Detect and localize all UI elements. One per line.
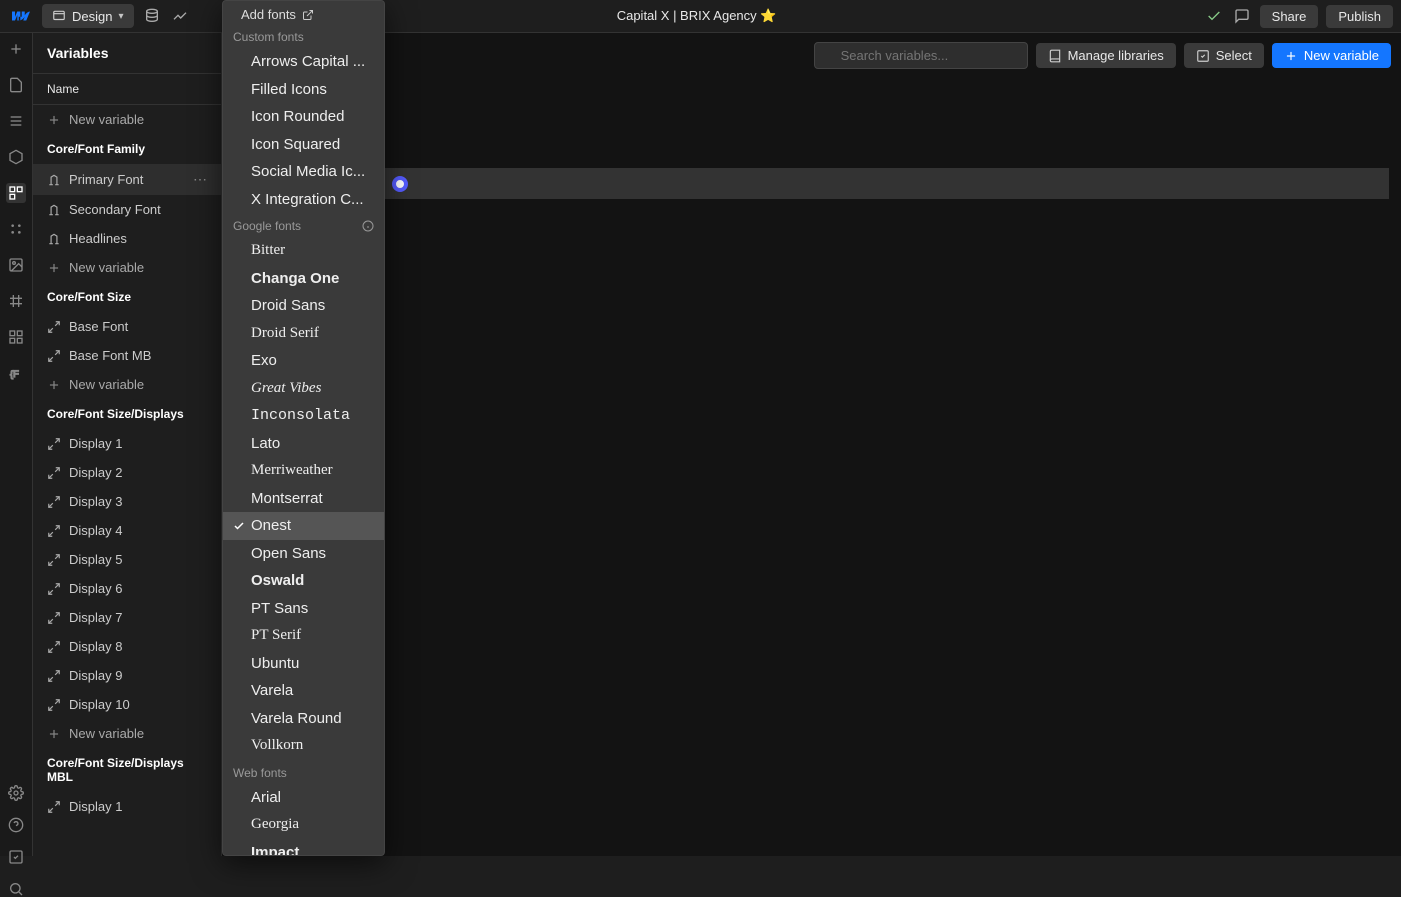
font-dropdown: Add fonts Custom fonts Arrows Capital ..… (222, 0, 385, 856)
analytics-icon[interactable] (170, 6, 190, 26)
font-option[interactable]: Lato (223, 430, 384, 458)
variable-row[interactable]: Base Font MB (33, 341, 221, 370)
font-option[interactable]: Bitter (223, 237, 384, 265)
font-option[interactable]: Ubuntu (223, 650, 384, 678)
canvas: Manage libraries Select New variable (222, 33, 1401, 856)
share-button[interactable]: Share (1260, 5, 1319, 28)
variable-row[interactable]: Display 10 (33, 690, 221, 719)
database-icon[interactable] (142, 6, 162, 26)
info-icon[interactable] (362, 220, 374, 232)
font-group-custom: Custom fonts (223, 24, 384, 48)
design-label: Design (72, 9, 112, 24)
code-icon[interactable]: {F (6, 363, 26, 383)
variable-row[interactable]: Secondary Font (33, 195, 221, 224)
font-option[interactable]: Onest (223, 512, 384, 540)
variable-row[interactable]: Base Font (33, 312, 221, 341)
svg-text:{F: {F (10, 369, 19, 379)
variable-group-header: Core/Font Family (33, 134, 221, 164)
components-icon[interactable] (6, 147, 26, 167)
font-option[interactable]: Great Vibes (223, 375, 384, 403)
variable-row[interactable]: Headlines (33, 224, 221, 253)
new-variable-row[interactable]: New variable (33, 370, 221, 399)
variable-row[interactable]: Display 1 (33, 429, 221, 458)
comment-icon[interactable] (1232, 6, 1252, 26)
apps-icon[interactable] (6, 327, 26, 347)
new-variable-row[interactable]: New variable (33, 253, 221, 282)
help-icon[interactable] (6, 817, 26, 833)
font-option[interactable]: Montserrat (223, 485, 384, 513)
variable-row[interactable]: Display 7 (33, 603, 221, 632)
styles-icon[interactable] (6, 219, 26, 239)
navigator-icon[interactable] (6, 111, 26, 131)
webflow-logo-icon[interactable] (8, 3, 34, 29)
variables-icon[interactable] (6, 183, 26, 203)
font-option[interactable]: Vollkorn (223, 732, 384, 760)
font-option[interactable]: Droid Sans (223, 292, 384, 320)
font-option[interactable]: PT Serif (223, 622, 384, 650)
variable-row[interactable]: Display 8 (33, 632, 221, 661)
name-column-header: Name (33, 74, 221, 105)
check-icon (233, 520, 245, 532)
pages-icon[interactable] (6, 75, 26, 95)
more-icon[interactable]: ⋯ (193, 171, 207, 188)
font-option[interactable]: Droid Serif (223, 320, 384, 348)
font-option[interactable]: Social Media Ic... (223, 158, 384, 186)
manage-libraries-button[interactable]: Manage libraries (1036, 43, 1176, 68)
variable-row[interactable]: Display 6 (33, 574, 221, 603)
font-option[interactable]: Varela (223, 677, 384, 705)
font-option[interactable]: Inconsolata (223, 402, 384, 430)
add-fonts-link[interactable]: Add fonts (223, 1, 384, 24)
font-option[interactable]: Open Sans (223, 540, 384, 568)
variables-panel: Variables Name New variableCore/Font Fam… (33, 33, 222, 856)
font-option[interactable]: Merriweather (223, 457, 384, 485)
design-mode-button[interactable]: Design ▾ (42, 4, 134, 28)
font-option[interactable]: PT Sans (223, 595, 384, 623)
font-option[interactable]: Arrows Capital ... (223, 48, 384, 76)
variable-group-header: Core/Font Size (33, 282, 221, 312)
cms-icon[interactable] (6, 291, 26, 311)
variable-row[interactable]: Display 4 (33, 516, 221, 545)
variable-value-row[interactable] (222, 168, 1389, 199)
panel-title: Variables (33, 33, 221, 74)
variable-row[interactable]: Display 3 (33, 487, 221, 516)
font-option[interactable]: Icon Rounded (223, 103, 384, 131)
font-option[interactable]: Icon Squared (223, 131, 384, 159)
assets-icon[interactable] (6, 255, 26, 275)
font-group-web: Web fonts (223, 760, 384, 784)
font-option[interactable]: Varela Round (223, 705, 384, 733)
search-rail-icon[interactable] (6, 881, 26, 897)
select-button[interactable]: Select (1184, 43, 1264, 68)
variable-row[interactable]: Display 9 (33, 661, 221, 690)
new-variable-button[interactable]: New variable (1272, 43, 1391, 68)
check-icon[interactable] (1204, 6, 1224, 26)
variable-group-header: Core/Font Size/Displays MBL (33, 748, 221, 792)
font-option[interactable]: Oswald (223, 567, 384, 595)
variable-row[interactable]: Display 1 (33, 792, 221, 821)
font-option[interactable]: Arial (223, 784, 384, 812)
variable-row[interactable]: Display 5 (33, 545, 221, 574)
font-group-google: Google fonts (223, 213, 384, 237)
font-option[interactable]: Filled Icons (223, 76, 384, 104)
chevron-down-icon: ▾ (118, 11, 123, 22)
search-input[interactable] (814, 42, 1028, 69)
font-option[interactable]: Changa One (223, 265, 384, 293)
variable-row[interactable]: Primary Font⋯ (33, 164, 221, 195)
add-icon[interactable] (6, 39, 26, 59)
font-option[interactable]: X Integration C... (223, 186, 384, 214)
font-option[interactable]: Georgia (223, 811, 384, 839)
font-indicator-icon (392, 176, 408, 192)
topbar: Design ▾ Capital X | BRIX Agency ⭐ Share… (0, 0, 1401, 33)
variable-group-header: Core/Font Size/Displays (33, 399, 221, 429)
external-link-icon (302, 9, 314, 21)
font-option[interactable]: Impact (223, 839, 384, 857)
variable-row[interactable]: Display 2 (33, 458, 221, 487)
new-variable-row[interactable]: New variable (33, 105, 221, 134)
side-rail: {F (0, 33, 33, 856)
new-variable-row[interactable]: New variable (33, 719, 221, 748)
audit-icon[interactable] (6, 849, 26, 865)
publish-button[interactable]: Publish (1326, 5, 1393, 28)
font-option[interactable]: Exo (223, 347, 384, 375)
settings-icon[interactable] (6, 785, 26, 801)
